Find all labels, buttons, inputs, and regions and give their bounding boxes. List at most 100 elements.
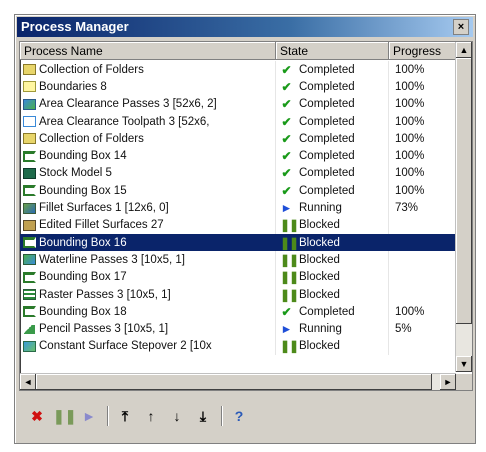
state-label: Blocked xyxy=(299,219,340,232)
state-cell: ✔ Completed xyxy=(276,303,389,321)
table-row[interactable]: Boundaries 8 ✔ Completed 100% xyxy=(20,78,456,96)
process-manager-window: Process Manager × Process Name State Pro… xyxy=(14,14,476,444)
state-label: Completed xyxy=(299,150,355,163)
progress-cell xyxy=(389,251,456,268)
window-title: Process Manager xyxy=(21,19,129,34)
progress-cell: 100% xyxy=(395,150,425,163)
state-label: Blocked xyxy=(299,236,340,249)
table-row[interactable]: Bounding Box 18 ✔ Completed 100% xyxy=(20,303,456,321)
process-name-label: Area Clearance Toolpath 3 [52x6, xyxy=(39,115,210,128)
running-arrow-icon: ► xyxy=(280,201,293,216)
checkmark-icon: ✔ xyxy=(281,114,292,129)
state-cell: ❚❚ Blocked xyxy=(276,233,389,252)
table-row[interactable]: Edited Fillet Surfaces 27 ❚❚ Blocked xyxy=(20,216,456,234)
state-cell: ❚❚ Blocked xyxy=(276,337,389,356)
table-row[interactable]: Fillet Surfaces 1 [12x6, 0] ► Running 73% xyxy=(20,199,456,217)
toolbar-separator xyxy=(221,406,223,426)
process-name-cell: Area Clearance Passes 3 [52x6, 2] xyxy=(20,95,276,113)
checkmark-icon: ✔ xyxy=(281,79,292,94)
progress-cell: 100% xyxy=(395,305,425,318)
progress-cell xyxy=(389,217,456,234)
move-bottom-icon[interactable]: ⤓ xyxy=(193,406,213,426)
play-icon[interactable]: ► xyxy=(79,406,99,426)
move-down-icon[interactable]: ↓ xyxy=(167,406,187,426)
state-cell: ✔ Completed xyxy=(276,164,389,183)
blocked-pause-icon: ❚❚ xyxy=(280,270,299,285)
pause-icon[interactable]: ❚❚ xyxy=(53,406,76,426)
process-name-cell: Bounding Box 18 xyxy=(20,303,276,321)
process-name-cell: Constant Surface Stepover 2 [10x xyxy=(20,337,276,356)
close-icon[interactable]: × xyxy=(453,19,469,35)
checkmark-icon: ✔ xyxy=(281,97,292,112)
checkmark-icon: ✔ xyxy=(281,166,292,181)
scroll-left-icon[interactable]: ◄ xyxy=(20,374,36,390)
table-row[interactable]: Area Clearance Toolpath 3 [52x6, ✔ Complet… xyxy=(20,112,456,131)
process-name-label: Area Clearance Passes 3 [52x6, 2] xyxy=(39,98,217,111)
state-label: Completed xyxy=(299,184,355,197)
process-name-cell: Bounding Box 17 xyxy=(20,268,276,286)
table-row[interactable]: Waterline Passes 3 [10x5, 1] ❚❚ Blocked xyxy=(20,251,456,269)
progress-cell: 5% xyxy=(395,323,412,336)
table-row[interactable]: Bounding Box 15 ✔ Completed 100% xyxy=(20,182,456,200)
toolpath-icon xyxy=(23,98,36,110)
stock-model-icon xyxy=(23,167,36,179)
state-label: Completed xyxy=(299,167,355,180)
scroll-down-icon[interactable]: ▼ xyxy=(456,356,472,372)
state-cell: ❚❚ Blocked xyxy=(276,251,389,269)
table-row[interactable]: Raster Passes 3 [10x5, 1] ❚❚ Blocked xyxy=(20,285,456,304)
table-row[interactable]: Area Clearance Passes 3 [52x6, 2] ✔ Comple… xyxy=(20,95,456,113)
table-row[interactable]: Collection of Folders ✔ Completed 100% xyxy=(20,61,456,79)
toolpath-outline-icon xyxy=(23,116,36,128)
progress-cell xyxy=(389,338,456,355)
state-label: Blocked xyxy=(299,340,340,353)
column-header-state[interactable]: State xyxy=(276,42,389,60)
table-row[interactable]: Pencil Passes 3 [10x5, 1] ► Running 5% xyxy=(20,320,456,338)
scroll-up-icon[interactable]: ▲ xyxy=(456,42,472,58)
process-name-label: Fillet Surfaces 1 [12x6, 0] xyxy=(39,202,169,215)
column-header-process-name[interactable]: Process Name xyxy=(20,42,276,60)
blocked-pause-icon: ❚❚ xyxy=(280,218,299,233)
move-top-icon[interactable]: ⤒ xyxy=(115,406,135,426)
progress-cell: 100% xyxy=(395,115,425,128)
horizontal-scrollbar[interactable]: ◄ ► xyxy=(20,373,456,390)
title-bar[interactable]: Process Manager × xyxy=(17,17,473,37)
horizontal-scroll-thumb[interactable] xyxy=(36,374,432,390)
bounding-box-icon xyxy=(23,150,36,162)
table-row[interactable]: Stock Model 5 ✔ Completed 100% xyxy=(20,164,456,183)
edited-fillet-icon xyxy=(23,219,36,231)
progress-cell: 100% xyxy=(395,98,425,111)
vertical-scrollbar[interactable]: ▲ ▼ xyxy=(455,42,472,372)
cancel-icon[interactable]: ✖ xyxy=(27,406,47,426)
vertical-scroll-thumb[interactable] xyxy=(456,58,472,324)
scroll-right-icon[interactable]: ► xyxy=(440,374,456,390)
process-name-cell: Bounding Box 15 xyxy=(20,182,276,200)
scrollbar-corner xyxy=(456,374,472,390)
table-row[interactable]: Bounding Box 17 ❚❚ Blocked xyxy=(20,268,456,286)
process-toolbar: ✖ ❚❚ ► ⤒ ↑ ↓ ⤓? xyxy=(19,399,471,433)
process-name-cell: Bounding Box 14 xyxy=(20,147,276,165)
table-row[interactable]: Bounding Box 14 ✔ Completed 100% xyxy=(20,147,456,165)
move-up-icon[interactable]: ↑ xyxy=(141,406,161,426)
blocked-pause-icon: ❚❚ xyxy=(280,235,299,250)
bounding-box-icon xyxy=(23,185,36,197)
process-list[interactable]: Process Name State Progress Collection o… xyxy=(19,41,473,391)
constant-surface-icon xyxy=(23,340,36,352)
checkmark-icon: ✔ xyxy=(281,304,292,319)
state-cell: ✔ Completed xyxy=(276,78,389,96)
state-cell: ► Running xyxy=(276,320,389,338)
process-name-cell: Boundaries 8 xyxy=(20,78,276,96)
process-name-label: Pencil Passes 3 [10x5, 1] xyxy=(39,323,169,336)
list-header: Process Name State Progress xyxy=(20,42,456,60)
column-header-progress[interactable]: Progress xyxy=(389,42,456,60)
table-row[interactable]: Bounding Box 16 ❚❚ Blocked xyxy=(20,233,456,252)
progress-cell: 100% xyxy=(395,184,425,197)
blocked-pause-icon: ❚❚ xyxy=(280,339,299,354)
help-icon[interactable]: ? xyxy=(229,406,249,426)
checkmark-icon: ✔ xyxy=(281,149,292,164)
state-cell: ❚❚ Blocked xyxy=(276,285,389,304)
table-row[interactable]: Constant Surface Stepover 2 [10x ❚❚ Blocke… xyxy=(20,337,456,356)
process-name-cell: Bounding Box 16 xyxy=(20,233,276,252)
process-name-label: Bounding Box 15 xyxy=(39,184,127,197)
table-row[interactable]: Collection of Folders ✔ Completed 100% xyxy=(20,130,456,148)
progress-cell: 100% xyxy=(395,63,425,76)
